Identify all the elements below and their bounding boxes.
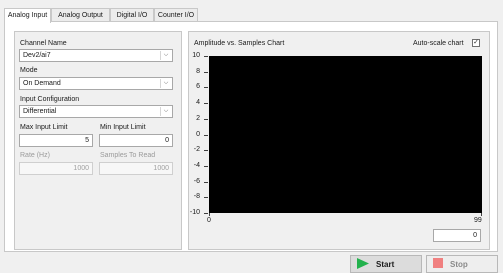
max-input-limit-label: Max Input Limit bbox=[20, 124, 68, 131]
y-tick-label: -4 bbox=[193, 161, 200, 169]
y-tick-label: -2 bbox=[193, 146, 200, 154]
channel-name-dropdown[interactable]: Dev2/ai7 ⌵ bbox=[19, 49, 173, 62]
tab-analog-output[interactable]: Analog Output bbox=[51, 8, 110, 22]
mode-label: Mode bbox=[20, 67, 38, 74]
channel-name-label: Channel Name bbox=[20, 40, 67, 47]
samples-to-read-label: Samples To Read bbox=[100, 152, 156, 159]
y-tick-mark bbox=[204, 150, 208, 152]
y-tick-label: 10 bbox=[192, 52, 200, 59]
y-tick-label: 8 bbox=[196, 67, 200, 75]
start-button[interactable]: Start bbox=[350, 255, 422, 273]
chevron-down-icon: ⌵ bbox=[160, 79, 171, 88]
y-tick-label: 0 bbox=[196, 130, 200, 138]
y-tick-mark bbox=[204, 71, 208, 73]
check-icon: ✓ bbox=[473, 39, 479, 46]
y-tick-mark bbox=[204, 197, 208, 199]
rate-label: Rate (Hz) bbox=[20, 152, 50, 159]
stop-button[interactable]: Stop bbox=[426, 255, 498, 273]
y-tick-mark bbox=[204, 181, 208, 183]
min-input-limit-label: Min Input Limit bbox=[100, 124, 146, 131]
input-configuration-label: Input Configuration bbox=[20, 96, 80, 103]
y-tick-label: 4 bbox=[196, 99, 200, 107]
y-tick-label: 2 bbox=[196, 114, 200, 122]
min-input-limit-field[interactable]: 0 bbox=[99, 134, 173, 147]
y-tick-mark bbox=[204, 118, 208, 120]
stop-button-label: Stop bbox=[450, 259, 468, 269]
chart-plot-svg bbox=[209, 56, 482, 213]
y-tick-mark bbox=[204, 56, 208, 57]
input-configuration-value: Differential bbox=[23, 108, 57, 115]
chevron-down-icon: ⌵ bbox=[160, 107, 171, 116]
x-tick-mark bbox=[209, 213, 210, 216]
chevron-down-icon: ⌵ bbox=[160, 51, 171, 60]
max-input-limit-field[interactable]: 5 bbox=[19, 134, 93, 147]
start-button-label: Start bbox=[376, 259, 395, 269]
y-tick-mark bbox=[204, 134, 208, 136]
y-tick-label: -10 bbox=[189, 209, 200, 216]
mode-value: On Demand bbox=[23, 80, 61, 87]
x-tick-label: 0 bbox=[207, 217, 211, 224]
x-position-readout[interactable]: 0 bbox=[433, 229, 481, 242]
tab-digital-io[interactable]: Digital I/O bbox=[110, 8, 154, 22]
play-icon bbox=[357, 257, 369, 271]
y-tick-label: 6 bbox=[196, 83, 200, 91]
chart-plot-area[interactable] bbox=[209, 56, 482, 213]
input-configuration-dropdown[interactable]: Differential ⌵ bbox=[19, 105, 173, 118]
samples-to-read-field: 1000 bbox=[99, 162, 173, 175]
stop-icon bbox=[433, 258, 443, 270]
channel-name-value: Dev2/ai7 bbox=[23, 52, 51, 59]
y-tick-label: -8 bbox=[193, 193, 200, 201]
y-tick-mark bbox=[204, 213, 208, 214]
mode-dropdown[interactable]: On Demand ⌵ bbox=[19, 77, 173, 90]
autoscale-checkbox[interactable]: ✓ bbox=[472, 39, 480, 47]
y-tick-label: -6 bbox=[193, 177, 200, 185]
y-tick-mark bbox=[204, 165, 208, 167]
autoscale-label: Auto-scale chart bbox=[413, 40, 464, 47]
y-tick-mark bbox=[204, 103, 208, 105]
x-tick-label: 99 bbox=[474, 217, 482, 224]
rate-field: 1000 bbox=[19, 162, 93, 175]
x-tick-mark bbox=[481, 213, 482, 216]
chart-title: Amplitude vs. Samples Chart bbox=[194, 40, 285, 47]
y-tick-mark bbox=[204, 87, 208, 89]
tab-analog-input[interactable]: Analog Input bbox=[4, 8, 51, 23]
tab-counter-io[interactable]: Counter I/O bbox=[154, 8, 198, 22]
